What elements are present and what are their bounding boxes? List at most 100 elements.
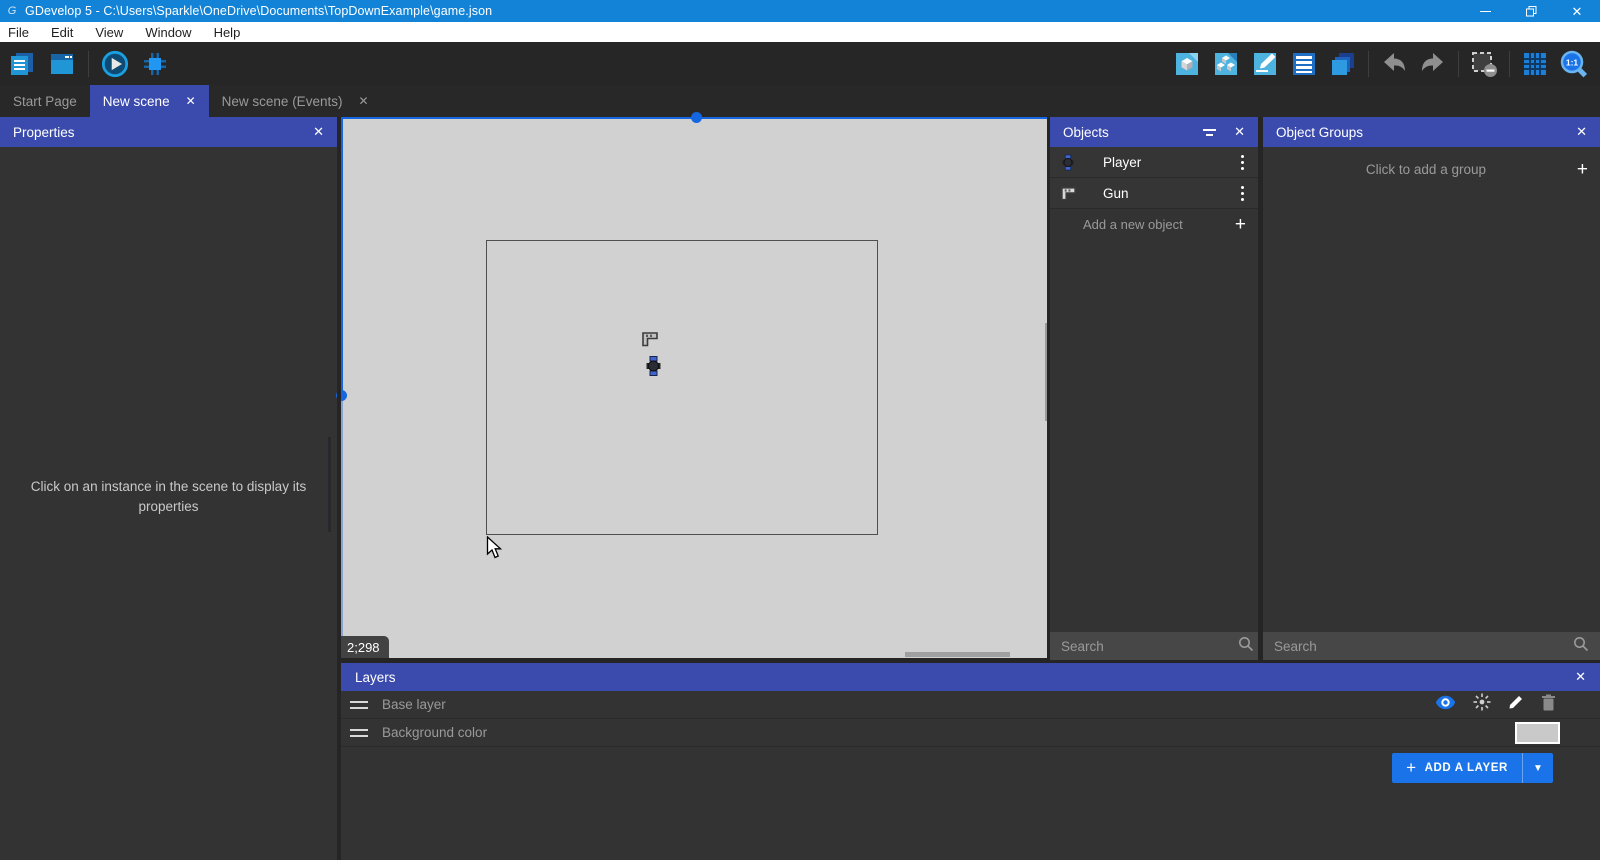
minimize-icon[interactable] [1462,0,1508,22]
panel-divider [1258,117,1263,660]
project-manager-icon[interactable] [8,50,36,78]
add-new-object-button[interactable]: Add a new object + [1050,209,1258,239]
tab-close-icon[interactable]: ✕ [358,94,368,108]
toolbar-separator [1368,50,1369,77]
toolbar-separator [1458,50,1459,77]
drag-handle-icon[interactable] [349,700,369,709]
menu-view[interactable]: View [84,22,134,42]
menubar: File Edit View Window Help [0,22,1600,42]
background-color-swatch[interactable] [1515,721,1560,744]
trash-icon[interactable] [1541,694,1556,716]
layers-editor-icon[interactable] [1329,50,1357,78]
tab-close-icon[interactable]: ✕ [186,94,196,108]
undo-icon[interactable] [1380,50,1408,78]
menu-window[interactable]: Window [134,22,202,42]
grid-icon[interactable] [1521,50,1549,78]
tab-label: New scene [102,93,170,109]
tab-new-scene-events[interactable]: New scene (Events) ✕ [209,85,382,117]
cursor-coordinates-badge: 2;298 [341,636,389,658]
kebab-menu-icon[interactable] [1237,153,1248,172]
instances-list-icon[interactable] [1290,50,1318,78]
window-title: GDevelop 5 - C:\Users\Sparkle\OneDrive\D… [25,4,493,18]
tabbar: Start Page New scene ✕ New scene (Events… [0,85,1600,117]
object-groups-panel: Object Groups ✕ Click to add a group + [1263,117,1600,660]
drag-handle-icon[interactable] [349,728,369,737]
object-name: Gun [1103,185,1129,201]
object-row-gun[interactable]: Gun [1050,178,1258,209]
panel-title: Layers [355,669,396,685]
properties-scrollbar[interactable] [328,437,331,532]
object-groups-icon[interactable] [1212,50,1240,78]
close-icon[interactable]: ✕ [1576,124,1587,140]
object-row-player[interactable]: Player [1050,147,1258,178]
pencil-icon[interactable] [1508,694,1524,715]
scene-window-rect [486,240,878,535]
objects-editor-icon[interactable] [1173,50,1201,78]
panel-divider [1047,117,1050,660]
filter-icon[interactable] [1203,128,1217,136]
add-new-object-label: Add a new object [1083,216,1183,232]
plus-icon: + [1406,758,1417,777]
objects-search-input[interactable] [1061,638,1238,654]
groups-search-input[interactable] [1274,638,1573,654]
scene-window-icon[interactable] [48,50,76,78]
objects-panel: Objects ✕ Player Gun Add a new object + [1050,117,1258,660]
resize-handle-top[interactable] [691,112,702,123]
menu-help[interactable]: Help [203,22,252,42]
play-icon[interactable] [101,50,129,78]
tab-label: Start Page [13,93,77,109]
mouse-cursor-icon [486,535,505,566]
eye-icon[interactable] [1435,695,1456,715]
layer-row-base[interactable]: Base layer [341,691,1600,719]
add-layer-label: ADD A LAYER [1424,762,1508,774]
close-icon[interactable]: ✕ [313,124,324,140]
effects-icon[interactable] [1473,693,1491,716]
restore-icon[interactable] [1508,0,1554,22]
player-instance[interactable] [646,356,661,381]
menu-file[interactable]: File [0,22,40,42]
toolbar-right: 1:1 [1173,50,1600,78]
plus-icon: + [1234,213,1246,235]
layer-actions [1435,693,1556,716]
properties-panel-header: Properties ✕ [0,117,337,147]
properties-editor-icon[interactable] [1251,50,1279,78]
close-icon[interactable]: ✕ [1554,0,1600,22]
add-layer-button-main[interactable]: + ADD A LAYER [1392,758,1522,778]
scene-canvas[interactable]: 2;298 [336,112,1048,658]
layers-panel: Layers ✕ Base layer Background color + A… [341,663,1600,860]
gun-object-icon [1058,186,1078,201]
close-icon[interactable]: ✕ [1575,669,1586,685]
menu-edit[interactable]: Edit [40,22,84,42]
tab-new-scene[interactable]: New scene ✕ [89,85,209,117]
add-group-row[interactable]: Click to add a group + [1263,154,1600,184]
add-layer-button[interactable]: + ADD A LAYER ▼ [1392,753,1553,783]
kebab-menu-icon[interactable] [1237,184,1248,203]
properties-panel: Properties ✕ Click on an instance in the… [0,117,337,860]
redo-icon[interactable] [1419,50,1447,78]
zoom-original-icon[interactable]: 1:1 [1560,50,1588,78]
gun-instance[interactable] [641,331,659,352]
objects-panel-header: Objects ✕ [1050,117,1258,147]
svg-text:1:1: 1:1 [1566,57,1579,67]
deselect-icon[interactable] [1470,50,1498,78]
layer-name: Background color [382,725,488,740]
panel-title: Properties [13,124,75,140]
close-icon[interactable]: ✕ [1234,124,1245,140]
gdevelop-window: G GDevelop 5 - C:\Users\Sparkle\OneDrive… [0,0,1600,860]
debug-icon[interactable] [141,50,169,78]
object-groups-panel-header: Object Groups ✕ [1263,117,1600,147]
canvas-horizontal-scrollbar[interactable] [905,652,1010,657]
toolbar: 1:1 [0,42,1600,85]
add-group-label: Click to add a group [1365,161,1486,177]
search-icon [1238,636,1254,657]
gdevelop-logo-icon: G [7,5,17,17]
groups-search-bar [1263,632,1600,660]
panel-title: Objects [1063,124,1109,140]
toolbar-left [0,50,169,78]
toolbar-separator [88,50,89,77]
titlebar: G GDevelop 5 - C:\Users\Sparkle\OneDrive… [0,0,1600,22]
chevron-down-icon[interactable]: ▼ [1523,763,1553,774]
tab-start-page[interactable]: Start Page [0,85,90,117]
search-icon [1573,636,1589,657]
layer-row-background-color[interactable]: Background color [341,719,1600,747]
